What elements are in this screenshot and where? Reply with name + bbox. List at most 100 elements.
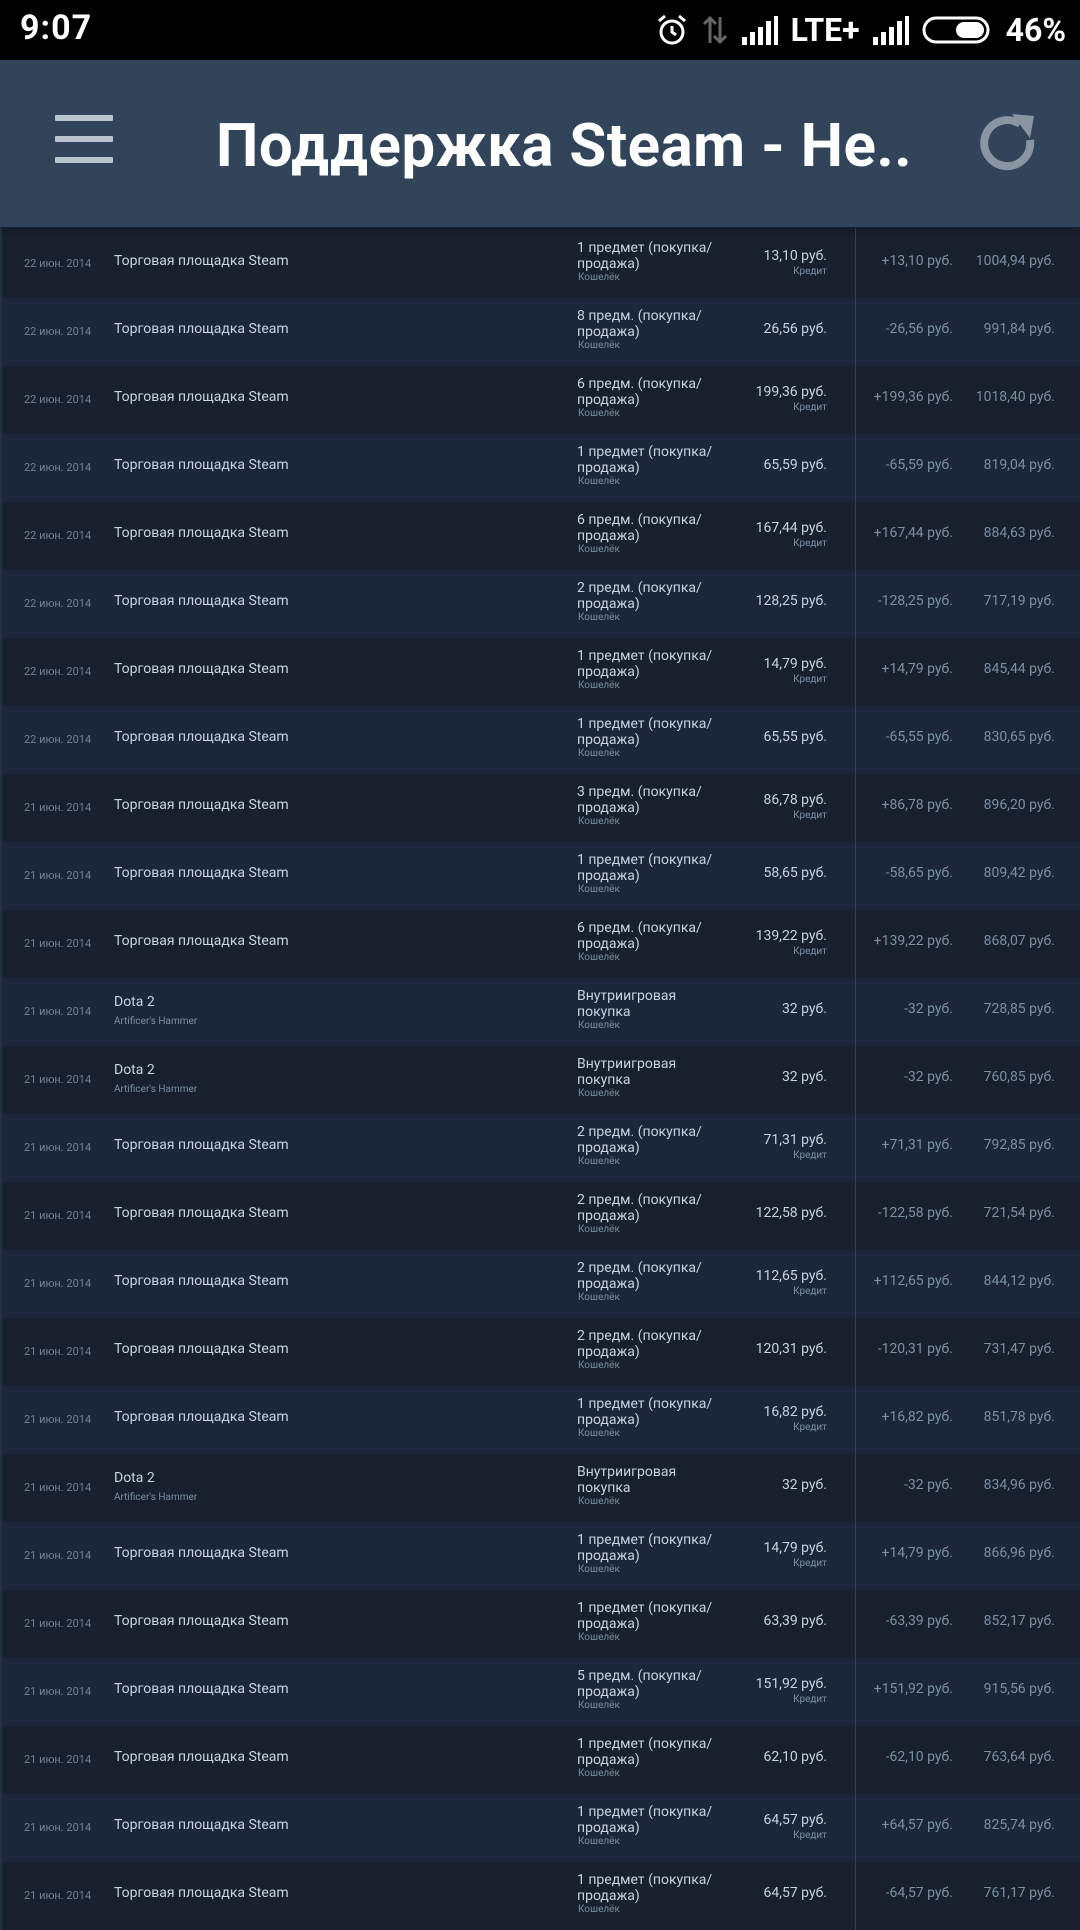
table-row[interactable]: 22 июн. 2014 Торговая площадка Steam 8 пре… bbox=[0, 298, 1080, 366]
row-amount: 32 руб. bbox=[781, 1001, 827, 1017]
row-type: 2 предм. (покупка/ продажа) bbox=[577, 1328, 702, 1360]
row-wallet-balance: 896,20 руб. bbox=[983, 797, 1055, 813]
table-row[interactable]: 21 июн. 2014 Торговая площадка Steam 2 пре… bbox=[0, 1250, 1080, 1318]
table-row[interactable]: 21 июн. 2014 Торговая площадка Steam 1 пре… bbox=[0, 1522, 1080, 1590]
row-wallet-change: -32 руб. bbox=[904, 1069, 953, 1085]
refresh-icon[interactable] bbox=[974, 110, 1042, 178]
table-row[interactable]: 21 июн. 2014 Торговая площадка Steam 1 пре… bbox=[0, 1386, 1080, 1454]
row-item-name: Торговая площадка Steam bbox=[114, 1885, 289, 1901]
row-amount: 64,57 руб. bbox=[763, 1812, 827, 1828]
row-credit-label: Кредит bbox=[793, 1830, 827, 1841]
hamburger-menu-icon[interactable] bbox=[44, 115, 124, 175]
row-wallet-balance: 868,07 руб. bbox=[983, 933, 1055, 949]
table-row[interactable]: 22 июн. 2014 Торговая площадка Steam 1 пре… bbox=[0, 230, 1080, 298]
row-amount: 112,65 руб. bbox=[755, 1268, 827, 1284]
row-date: 21 июн. 2014 bbox=[24, 937, 92, 950]
row-item-name: Торговая площадка Steam bbox=[114, 1681, 289, 1697]
row-wallet-balance: 1018,40 руб. bbox=[975, 389, 1055, 405]
table-row[interactable]: 22 июн. 2014 Торговая площадка Steam 1 пре… bbox=[0, 434, 1080, 502]
row-amount: 199,36 руб. bbox=[755, 384, 827, 400]
row-wallet-change: +86,78 руб. bbox=[881, 797, 954, 813]
row-payment-method: Кошелёк bbox=[578, 952, 620, 963]
row-payment-method: Кошелёк bbox=[578, 1700, 620, 1711]
table-row[interactable]: 21 июн. 2014 Торговая площадка Steam 1 пре… bbox=[0, 842, 1080, 910]
row-wallet-balance: 852,17 руб. bbox=[983, 1613, 1055, 1629]
row-amount: 167,44 руб. bbox=[755, 520, 827, 536]
row-type: 2 предм. (покупка/ продажа) bbox=[577, 1192, 702, 1224]
row-credit-label: Кредит bbox=[793, 402, 827, 413]
table-row[interactable]: 22 июн. 2014 Торговая площадка Steam 1 пре… bbox=[0, 638, 1080, 706]
row-credit-label: Кредит bbox=[793, 538, 827, 549]
row-type: Внутриигровая покупка bbox=[577, 1464, 677, 1496]
row-amount: 122,58 руб. bbox=[755, 1205, 827, 1221]
row-type: 1 предмет (покупка/ продажа) bbox=[577, 1396, 713, 1428]
row-amount: 139,22 руб. bbox=[755, 928, 827, 944]
table-row[interactable]: 21 июн. 2014 Торговая площадка Steam 6 пре… bbox=[0, 910, 1080, 978]
row-date: 22 июн. 2014 bbox=[24, 325, 92, 338]
row-type: 5 предм. (покупка/ продажа) bbox=[577, 1668, 702, 1700]
row-amount: 14,79 руб. bbox=[763, 1540, 827, 1556]
table-row[interactable]: 21 июн. 2014 Dota 2 Artificer's Hammer Внут… bbox=[0, 978, 1080, 1046]
row-payment-method: Кошелёк bbox=[578, 408, 620, 419]
table-row[interactable]: 21 июн. 2014 Торговая площадка Steam 2 пре… bbox=[0, 1114, 1080, 1182]
row-date: 21 июн. 2014 bbox=[24, 1481, 92, 1494]
row-amount: 26,56 руб. bbox=[763, 321, 827, 337]
row-type: 1 предмет (покупка/ продажа) bbox=[577, 852, 713, 884]
row-payment-method: Кошелёк bbox=[578, 1292, 620, 1303]
row-type: 3 предм. (покупка/ продажа) bbox=[577, 784, 702, 816]
row-payment-method: Кошелёк bbox=[578, 476, 620, 487]
row-payment-method: Кошелёк bbox=[578, 816, 620, 827]
table-row[interactable]: 21 июн. 2014 Торговая площадка Steam 1 пре… bbox=[0, 1794, 1080, 1862]
status-bar: 9:07 LTE+ 46% bbox=[0, 0, 1080, 60]
table-row[interactable]: 21 июн. 2014 Торговая площадка Steam 3 пре… bbox=[0, 774, 1080, 842]
row-item-subtitle: Artificer's Hammer bbox=[114, 1016, 198, 1027]
row-item-name: Торговая площадка Steam bbox=[114, 1749, 289, 1765]
row-amount: 64,57 руб. bbox=[763, 1885, 827, 1901]
table-row[interactable]: 21 июн. 2014 Dota 2 Artificer's Hammer Внут… bbox=[0, 1046, 1080, 1114]
row-type: 6 предм. (покупка/ продажа) bbox=[577, 920, 702, 952]
row-date: 22 июн. 2014 bbox=[24, 733, 92, 746]
table-row[interactable]: 21 июн. 2014 Торговая площадка Steam 5 пре… bbox=[0, 1658, 1080, 1726]
row-date: 21 июн. 2014 bbox=[24, 1753, 92, 1766]
row-amount: 13,10 руб. bbox=[763, 248, 827, 264]
table-row[interactable]: 21 июн. 2014 Торговая площадка Steam 1 пре… bbox=[0, 1590, 1080, 1658]
row-wallet-balance: 731,47 руб. bbox=[983, 1341, 1055, 1357]
row-date: 21 июн. 2014 bbox=[24, 1005, 92, 1018]
table-row[interactable]: 22 июн. 2014 Торговая площадка Steam 6 пре… bbox=[0, 366, 1080, 434]
row-payment-method: Кошелёк bbox=[578, 544, 620, 555]
row-item-name: Торговая площадка Steam bbox=[114, 321, 289, 337]
row-wallet-balance: 728,85 руб. bbox=[983, 1001, 1055, 1017]
table-row[interactable]: 21 июн. 2014 Dota 2 Artificer's Hammer Внут… bbox=[0, 1454, 1080, 1522]
alarm-icon bbox=[657, 14, 686, 45]
row-item-name: Торговая площадка Steam bbox=[114, 1409, 289, 1425]
table-row[interactable]: 22 июн. 2014 Торговая площадка Steam 6 пре… bbox=[0, 502, 1080, 570]
row-wallet-change: -64,57 руб. bbox=[885, 1885, 953, 1901]
row-date: 21 июн. 2014 bbox=[24, 1821, 92, 1834]
row-wallet-balance: 792,85 руб. bbox=[983, 1137, 1055, 1153]
row-payment-method: Кошелёк bbox=[578, 680, 620, 691]
row-payment-method: Кошелёк bbox=[578, 1156, 620, 1167]
row-credit-label: Кредит bbox=[793, 810, 827, 821]
row-item-name: Торговая площадка Steam bbox=[114, 1817, 289, 1833]
row-type: 8 предм. (покупка/ продажа) bbox=[577, 308, 702, 340]
row-item-name: Торговая площадка Steam bbox=[114, 1137, 289, 1153]
row-wallet-change: +167,44 руб. bbox=[873, 525, 953, 541]
row-type: 1 предмет (покупка/ продажа) bbox=[577, 1532, 713, 1564]
row-wallet-change: +151,92 руб. bbox=[873, 1681, 953, 1697]
table-row[interactable]: 21 июн. 2014 Торговая площадка Steam 2 пре… bbox=[0, 1318, 1080, 1386]
row-date: 21 июн. 2014 bbox=[24, 1413, 92, 1426]
row-wallet-balance: 1004,94 руб. bbox=[975, 253, 1055, 269]
row-date: 22 июн. 2014 bbox=[24, 597, 92, 610]
table-row[interactable]: 21 июн. 2014 Торговая площадка Steam 2 пре… bbox=[0, 1182, 1080, 1250]
row-date: 21 июн. 2014 bbox=[24, 1617, 92, 1630]
table-row[interactable]: 21 июн. 2014 Торговая площадка Steam 1 пре… bbox=[0, 1726, 1080, 1794]
row-date: 21 июн. 2014 bbox=[24, 1549, 92, 1562]
status-icons: LTE+ 46% bbox=[643, 10, 1066, 50]
row-wallet-change: -32 руб. bbox=[904, 1001, 953, 1017]
row-item-name: Торговая площадка Steam bbox=[114, 661, 289, 677]
row-credit-label: Кредит bbox=[793, 1558, 827, 1569]
table-row[interactable]: 22 июн. 2014 Торговая площадка Steam 1 пре… bbox=[0, 706, 1080, 774]
row-payment-method: Кошелёк bbox=[578, 1088, 620, 1099]
table-row[interactable]: 22 июн. 2014 Торговая площадка Steam 2 пре… bbox=[0, 570, 1080, 638]
row-wallet-change: +64,57 руб. bbox=[881, 1817, 954, 1833]
